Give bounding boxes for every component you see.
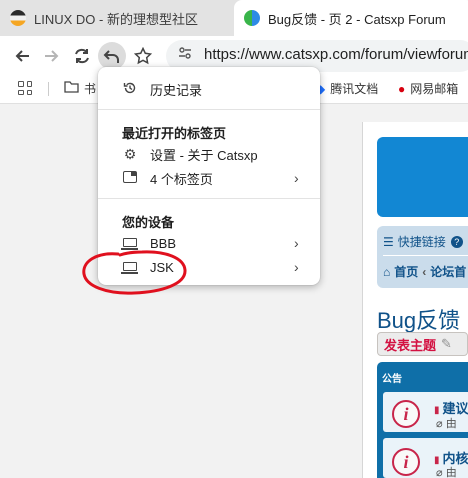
breadcrumb-home[interactable]: 首页 xyxy=(394,263,418,280)
forum-banner[interactable] xyxy=(377,137,468,217)
menu-divider xyxy=(98,109,320,110)
new-topic-button[interactable]: 发表主题 ✎ xyxy=(377,332,468,356)
bookmark-label: 书 xyxy=(84,82,97,96)
new-topic-label: 发表主题 xyxy=(384,337,437,353)
recent-item-label: 设置 - 关于 Catsxp xyxy=(150,147,258,163)
chevron-right-icon: › xyxy=(294,170,299,186)
attachment-icon: ⌀ xyxy=(436,467,446,478)
undo-icon xyxy=(103,50,119,63)
bookmark-netease-mail[interactable]: ● 网易邮箱 xyxy=(398,80,458,97)
arrow-right-icon xyxy=(45,50,59,62)
attachment-icon: ⌀ xyxy=(436,418,446,430)
reload-icon xyxy=(75,48,89,64)
catsxp-favicon-icon xyxy=(244,10,260,26)
tab-linux-do[interactable]: LINUX DO - 新的理想型社区 xyxy=(0,0,234,36)
home-icon: ⌂ xyxy=(383,264,391,279)
announcements-header: 公告 xyxy=(377,362,468,390)
star-icon xyxy=(134,47,152,65)
breadcrumb-separator: ‹ xyxy=(422,264,427,279)
chevron-right-icon: › xyxy=(294,259,299,275)
gear-icon: ⚙ xyxy=(123,145,137,162)
url-text[interactable]: https://www.catsxp.com/forum/viewforum xyxy=(204,46,468,63)
tabs-icon xyxy=(122,170,138,186)
recent-tabs-heading: 最近打开的标签页 xyxy=(122,126,227,141)
forward-button[interactable] xyxy=(38,42,66,70)
bookmark-folder[interactable]: 书 xyxy=(64,80,96,97)
history-menu-item[interactable]: 历史记录 xyxy=(98,77,320,101)
recent-item-tabs[interactable]: 4 个标签页 › xyxy=(98,166,320,190)
announcement-icon: i xyxy=(392,400,420,428)
bookmarks-separator xyxy=(48,82,49,96)
history-label: 历史记录 xyxy=(150,82,203,98)
forum-title[interactable]: Bug反馈 xyxy=(377,303,460,335)
devices-heading: 您的设备 xyxy=(122,215,175,230)
bookmark-label: 腾讯文档 xyxy=(330,82,379,96)
netease-mail-icon: ● xyxy=(398,81,406,96)
back-button[interactable] xyxy=(8,42,36,70)
breadcrumb: ⌂ 首页 ‹ 论坛首 xyxy=(383,263,466,280)
pencil-icon: ✎ xyxy=(441,336,452,351)
undo-button[interactable] xyxy=(98,42,126,70)
hamburger-icon: ☰ xyxy=(383,234,394,249)
arrow-left-icon xyxy=(15,50,29,62)
bookmark-tencent-docs[interactable]: ◆ 腾讯文档 xyxy=(316,80,378,97)
announcement-icon: i xyxy=(392,448,420,476)
bookmark-label: 网易邮箱 xyxy=(410,82,459,96)
announcement-meta: ⌀ 由 xyxy=(436,418,457,430)
tab-title: Bug反馈 - 页 2 - Catsxp Forum xyxy=(268,11,446,27)
apps-grid-icon[interactable] xyxy=(18,81,32,95)
red-annotation-circle xyxy=(82,250,187,295)
quick-links-menu[interactable]: ☰ 快捷链接 ? xyxy=(383,233,463,250)
reload-button[interactable] xyxy=(68,42,96,70)
linux-do-favicon-icon xyxy=(10,10,26,26)
recent-item-settings[interactable]: ⚙ 设置 - 关于 Catsxp xyxy=(98,142,320,166)
tab-catsxp-forum[interactable]: Bug反馈 - 页 2 - Catsxp Forum xyxy=(234,0,468,36)
tab-title: LINUX DO - 新的理想型社区 xyxy=(34,11,198,27)
site-settings-icon[interactable] xyxy=(178,46,192,63)
history-icon xyxy=(122,81,138,98)
chevron-right-icon: › xyxy=(294,235,299,251)
announcement-meta: ⌀ 由 xyxy=(436,467,457,478)
breadcrumb-forum[interactable]: 论坛首 xyxy=(430,263,466,280)
navbar-divider xyxy=(383,255,468,256)
help-icon[interactable]: ? xyxy=(450,235,463,248)
recent-item-label: 4 个标签页 xyxy=(150,171,213,187)
bookmark-star-button[interactable] xyxy=(129,42,157,70)
menu-divider xyxy=(98,198,320,199)
quick-links-label: 快捷链接 xyxy=(397,235,446,249)
folder-icon xyxy=(64,81,79,96)
